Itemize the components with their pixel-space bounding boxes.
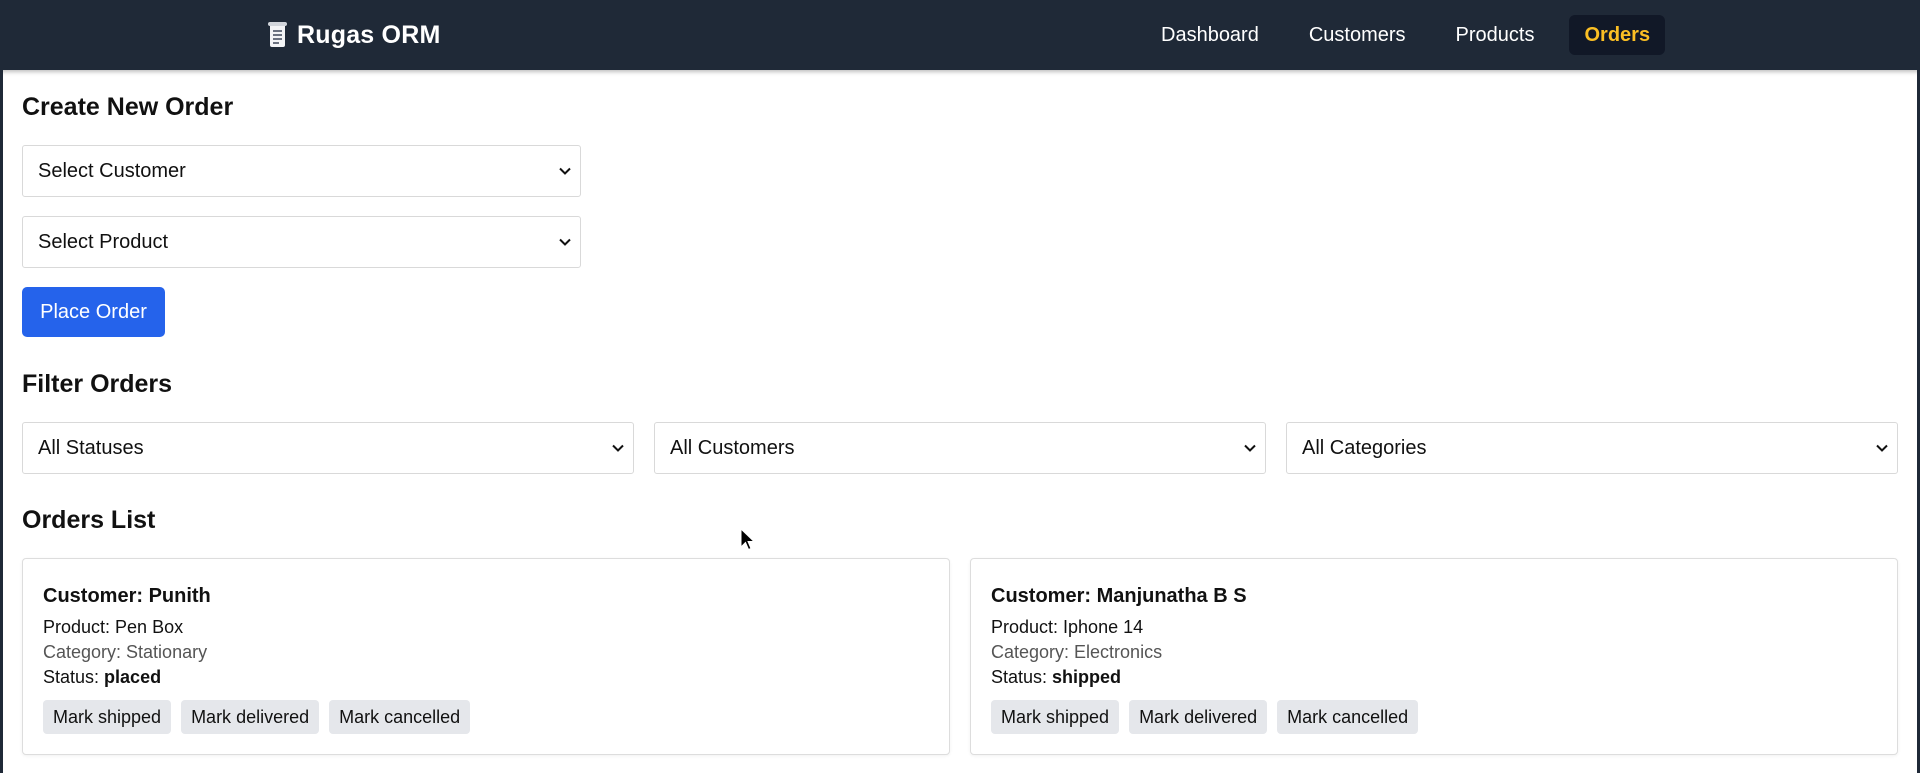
order-category: Category: Electronics xyxy=(991,642,1163,662)
mouse-cursor-icon xyxy=(740,528,756,551)
order-product: Product: Iphone 14 xyxy=(991,617,1144,637)
brand[interactable]: Rugas ORM xyxy=(268,0,440,70)
mark-delivered-button[interactable]: Mark delivered xyxy=(181,700,320,734)
order-status: Status: placed xyxy=(43,667,161,688)
nav-dashboard[interactable]: Dashboard xyxy=(1146,15,1274,55)
window-border-left xyxy=(0,0,3,773)
product-select-value: Select Product xyxy=(38,230,169,253)
order-product: Product: Pen Box xyxy=(43,617,184,637)
nav-customers[interactable]: Customers xyxy=(1294,15,1421,55)
mark-shipped-button[interactable]: Mark shipped xyxy=(991,700,1120,734)
category-filter-select[interactable]: All Categories xyxy=(1286,422,1898,474)
order-category: Category: Stationary xyxy=(43,642,208,662)
order-status-label: Status: xyxy=(43,667,100,687)
order-card: Customer: Punith Product: Pen Box Catego… xyxy=(22,558,950,755)
order-status: Status: shipped xyxy=(991,667,1121,688)
customer-select[interactable]: Select Customer xyxy=(22,145,581,197)
order-status-value: placed xyxy=(104,667,162,687)
customer-filter-value: All Customers xyxy=(670,436,795,459)
customer-filter-select[interactable]: All Customers xyxy=(654,422,1266,474)
nav-products[interactable]: Products xyxy=(1441,15,1550,55)
mark-shipped-button[interactable]: Mark shipped xyxy=(43,700,172,734)
status-filter-select[interactable]: All Statuses xyxy=(22,422,634,474)
top-navbar: Rugas ORM Dashboard Customers Products O… xyxy=(0,0,1920,70)
order-card: Customer: Manjunatha B S Product: Iphone… xyxy=(970,558,1898,755)
orders-list-heading: Orders List xyxy=(22,506,156,534)
chevron-down-icon xyxy=(1876,444,1888,452)
order-customer: Customer: Manjunatha B S xyxy=(991,585,1247,607)
create-order-heading: Create New Order xyxy=(22,93,234,121)
receipt-icon xyxy=(268,22,287,48)
order-actions: Mark shipped Mark delivered Mark cancell… xyxy=(43,700,471,734)
place-order-button[interactable]: Place Order xyxy=(22,287,165,337)
nav-links: Dashboard Customers Products Orders xyxy=(1146,15,1666,55)
customer-select-value: Select Customer xyxy=(38,159,186,182)
mark-cancelled-button[interactable]: Mark cancelled xyxy=(329,700,471,734)
order-status-label: Status: xyxy=(991,667,1048,687)
nav-orders[interactable]: Orders xyxy=(1569,15,1666,55)
mark-delivered-button[interactable]: Mark delivered xyxy=(1129,700,1268,734)
order-status-value: shipped xyxy=(1052,667,1122,687)
brand-name: Rugas ORM xyxy=(297,20,441,49)
chevron-down-icon xyxy=(1244,444,1256,452)
chevron-down-icon xyxy=(559,238,571,246)
product-select[interactable]: Select Product xyxy=(22,216,581,268)
chevron-down-icon xyxy=(612,444,624,452)
chevron-down-icon xyxy=(559,167,571,175)
mark-cancelled-button[interactable]: Mark cancelled xyxy=(1277,700,1419,734)
filter-orders-heading: Filter Orders xyxy=(22,370,173,398)
status-filter-value: All Statuses xyxy=(38,436,144,459)
order-customer: Customer: Punith xyxy=(43,585,211,607)
order-actions: Mark shipped Mark delivered Mark cancell… xyxy=(991,700,1419,734)
category-filter-value: All Categories xyxy=(1302,436,1427,459)
